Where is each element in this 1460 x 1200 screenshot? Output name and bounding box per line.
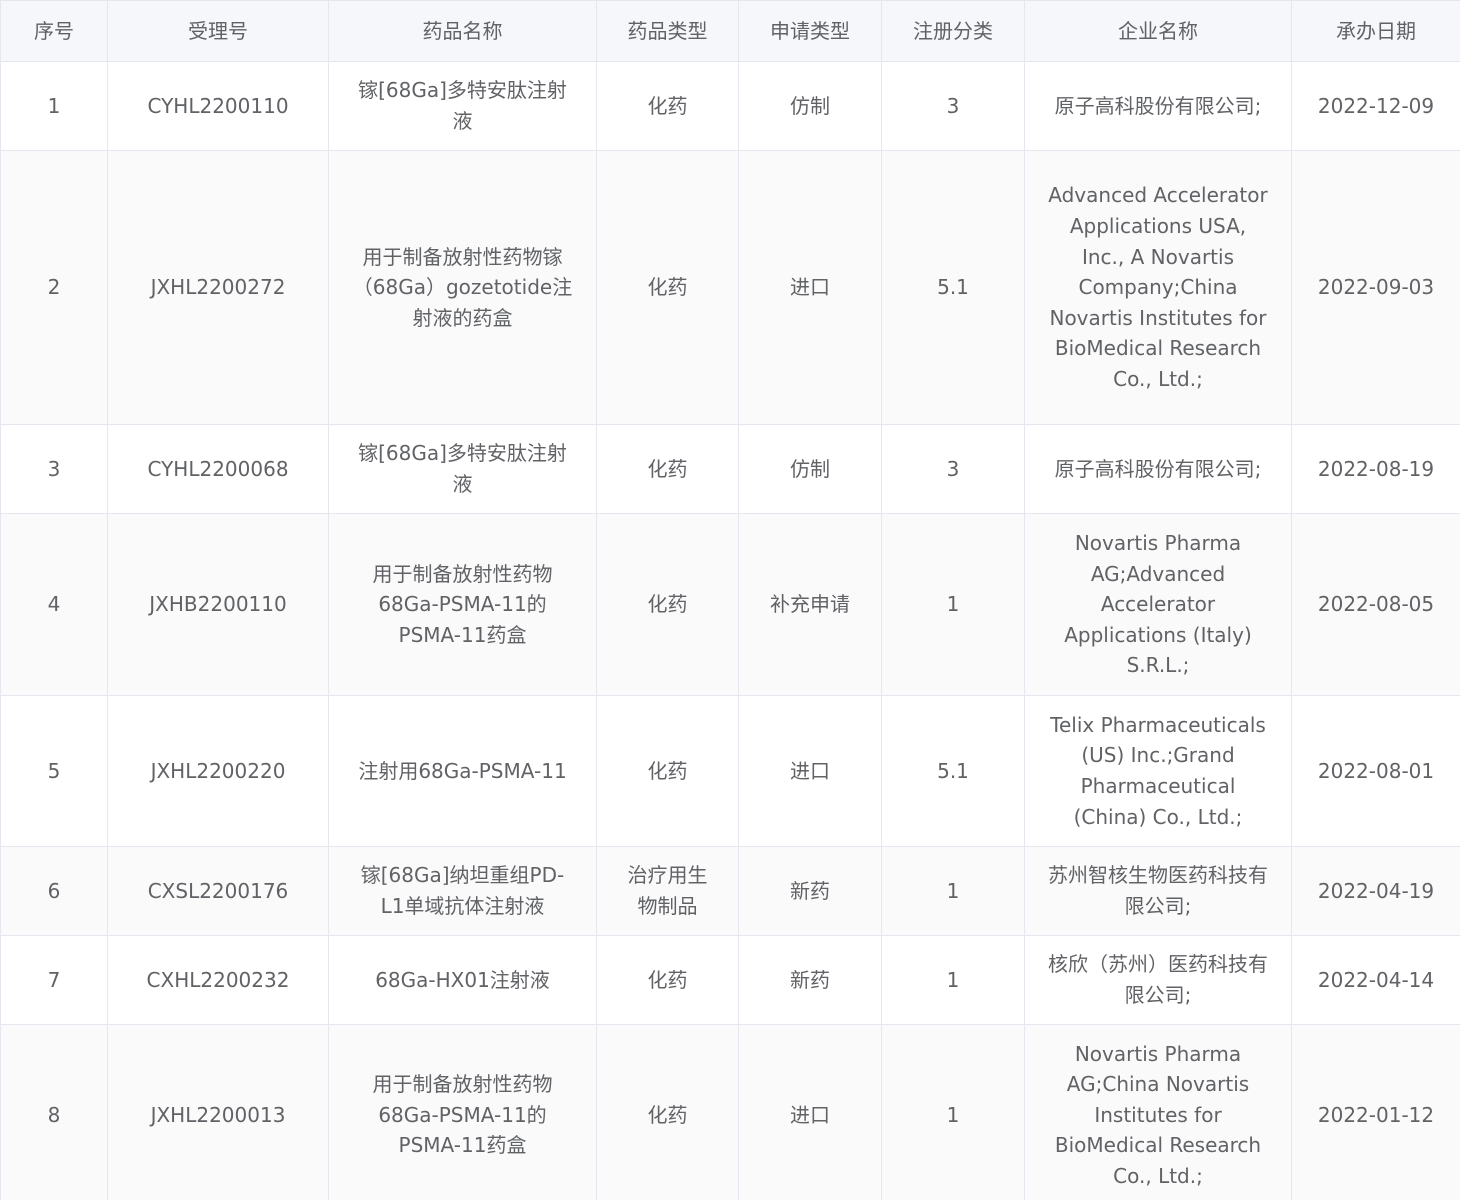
cell-company: Novartis Pharma AG;Advanced Accelerator … <box>1024 513 1292 696</box>
cell-no: 8 <box>0 1024 108 1200</box>
cell-drug-name: 镓[68Ga]多特安肽注射液 <box>328 424 597 514</box>
header-app-type[interactable]: 申请类型 <box>738 0 882 62</box>
cell-date: 2022-08-19 <box>1291 424 1460 514</box>
cell-no: 5 <box>0 695 108 847</box>
cell-drug-type: 化药 <box>596 1024 739 1200</box>
drug-registration-table: 序号 受理号 药品名称 药品类型 申请类型 注册分类 企业名称 承办日期 1 C… <box>0 0 1460 1200</box>
cell-reg-class: 3 <box>881 61 1025 151</box>
table-row[interactable]: 6 CXSL2200176 镓[68Ga]纳坦重组PD-L1单域抗体注射液 治疗… <box>0 846 1460 936</box>
header-no[interactable]: 序号 <box>0 0 108 62</box>
cell-drug-type: 化药 <box>596 935 739 1025</box>
cell-date: 2022-04-19 <box>1291 846 1460 936</box>
cell-drug-type: 化药 <box>596 61 739 151</box>
header-company[interactable]: 企业名称 <box>1024 0 1292 62</box>
cell-drug-name: 镓[68Ga]多特安肽注射液 <box>328 61 597 151</box>
cell-accept-no: CXSL2200176 <box>107 846 329 936</box>
cell-accept-no: JXHL2200220 <box>107 695 329 847</box>
cell-date: 2022-09-03 <box>1291 150 1460 425</box>
header-drug-name[interactable]: 药品名称 <box>328 0 597 62</box>
cell-no: 4 <box>0 513 108 696</box>
cell-reg-class: 5.1 <box>881 150 1025 425</box>
cell-date: 2022-08-01 <box>1291 695 1460 847</box>
header-accept-no[interactable]: 受理号 <box>107 0 329 62</box>
cell-drug-name: 注射用68Ga-PSMA-11 <box>328 695 597 847</box>
table-row[interactable]: 2 JXHL2200272 用于制备放射性药物镓（68Ga）gozetotide… <box>0 150 1460 425</box>
cell-reg-class: 1 <box>881 513 1025 696</box>
table-row[interactable]: 5 JXHL2200220 注射用68Ga-PSMA-11 化药 进口 5.1 … <box>0 695 1460 847</box>
cell-app-type: 新药 <box>738 935 882 1025</box>
cell-no: 6 <box>0 846 108 936</box>
cell-date: 2022-01-12 <box>1291 1024 1460 1200</box>
table-header-row: 序号 受理号 药品名称 药品类型 申请类型 注册分类 企业名称 承办日期 <box>0 0 1460 62</box>
cell-app-type: 仿制 <box>738 61 882 151</box>
cell-company: Telix Pharmaceuticals (US) Inc.;Grand Ph… <box>1024 695 1292 847</box>
cell-drug-name: 镓[68Ga]纳坦重组PD-L1单域抗体注射液 <box>328 846 597 936</box>
cell-company: 苏州智核生物医药科技有限公司; <box>1024 846 1292 936</box>
cell-drug-name: 68Ga-HX01注射液 <box>328 935 597 1025</box>
cell-accept-no: CYHL2200110 <box>107 61 329 151</box>
cell-date: 2022-12-09 <box>1291 61 1460 151</box>
cell-no: 3 <box>0 424 108 514</box>
cell-drug-type: 化药 <box>596 424 739 514</box>
cell-no: 2 <box>0 150 108 425</box>
cell-date: 2022-08-05 <box>1291 513 1460 696</box>
cell-reg-class: 3 <box>881 424 1025 514</box>
table-row[interactable]: 4 JXHB2200110 用于制备放射性药物68Ga-PSMA-11的PSMA… <box>0 513 1460 696</box>
cell-drug-type: 化药 <box>596 513 739 696</box>
cell-reg-class: 1 <box>881 935 1025 1025</box>
cell-company: Advanced Accelerator Applications USA, I… <box>1024 150 1292 425</box>
cell-reg-class: 1 <box>881 846 1025 936</box>
table-row[interactable]: 8 JXHL2200013 用于制备放射性药物68Ga-PSMA-11的PSMA… <box>0 1024 1460 1200</box>
cell-drug-name: 用于制备放射性药物镓（68Ga）gozetotide注射液的药盒 <box>328 150 597 425</box>
cell-accept-no: CYHL2200068 <box>107 424 329 514</box>
cell-app-type: 进口 <box>738 150 882 425</box>
cell-app-type: 补充申请 <box>738 513 882 696</box>
cell-company: Novartis Pharma AG;China Novartis Instit… <box>1024 1024 1292 1200</box>
cell-accept-no: JXHB2200110 <box>107 513 329 696</box>
cell-company: 核欣（苏州）医药科技有限公司; <box>1024 935 1292 1025</box>
cell-reg-class: 1 <box>881 1024 1025 1200</box>
table-row[interactable]: 1 CYHL2200110 镓[68Ga]多特安肽注射液 化药 仿制 3 原子高… <box>0 61 1460 151</box>
table-row[interactable]: 3 CYHL2200068 镓[68Ga]多特安肽注射液 化药 仿制 3 原子高… <box>0 424 1460 514</box>
table-row[interactable]: 7 CXHL2200232 68Ga-HX01注射液 化药 新药 1 核欣（苏州… <box>0 935 1460 1025</box>
cell-drug-type: 化药 <box>596 150 739 425</box>
cell-app-type: 新药 <box>738 846 882 936</box>
cell-app-type: 进口 <box>738 695 882 847</box>
cell-drug-type: 治疗用生物制品 <box>596 846 739 936</box>
cell-company: 原子高科股份有限公司; <box>1024 424 1292 514</box>
header-drug-type[interactable]: 药品类型 <box>596 0 739 62</box>
cell-accept-no: CXHL2200232 <box>107 935 329 1025</box>
cell-app-type: 进口 <box>738 1024 882 1200</box>
cell-app-type: 仿制 <box>738 424 882 514</box>
drug-registration-table-container: 序号 受理号 药品名称 药品类型 申请类型 注册分类 企业名称 承办日期 1 C… <box>0 0 1460 1200</box>
cell-company: 原子高科股份有限公司; <box>1024 61 1292 151</box>
cell-drug-name: 用于制备放射性药物68Ga-PSMA-11的PSMA-11药盒 <box>328 1024 597 1200</box>
cell-drug-name: 用于制备放射性药物68Ga-PSMA-11的PSMA-11药盒 <box>328 513 597 696</box>
cell-accept-no: JXHL2200272 <box>107 150 329 425</box>
header-date[interactable]: 承办日期 <box>1291 0 1460 62</box>
cell-no: 1 <box>0 61 108 151</box>
cell-accept-no: JXHL2200013 <box>107 1024 329 1200</box>
cell-date: 2022-04-14 <box>1291 935 1460 1025</box>
cell-no: 7 <box>0 935 108 1025</box>
header-reg-class[interactable]: 注册分类 <box>881 0 1025 62</box>
cell-reg-class: 5.1 <box>881 695 1025 847</box>
cell-drug-type: 化药 <box>596 695 739 847</box>
